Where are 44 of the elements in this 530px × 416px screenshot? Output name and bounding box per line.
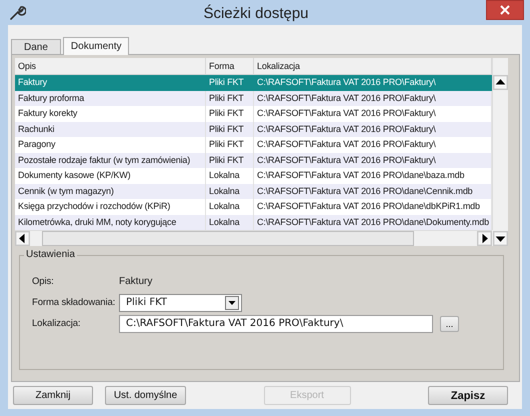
table-cell[interactable]: C:\RAFSOFT\Faktura VAT 2016 PRO\dane\Cennik.mdb [254, 184, 492, 199]
table-cell[interactable]: Pliki FKT [206, 122, 254, 137]
dialog-button[interactable]: Ust. domyślne [105, 386, 186, 405]
table-cell[interactable]: Pozostałe rodzaje faktur (w tym zamówienia) [15, 152, 206, 168]
scroll-up-icon[interactable] [493, 75, 508, 90]
scroll-left-icon[interactable] [15, 231, 30, 246]
caret-icon [225, 296, 239, 310]
input-field[interactable]: C:\RAFSOFT\Faktura VAT 2016 PRO\Faktury\ [119, 314, 433, 332]
column-header[interactable]: Opis [15, 58, 206, 75]
tab[interactable]: Dane [11, 39, 61, 54]
table-cell[interactable]: C:\RAFSOFT\Faktura VAT 2016 PRO\Faktury\ [254, 122, 492, 137]
column-header[interactable]: Lokalizacja [254, 58, 492, 75]
table-cell[interactable]: C:\RAFSOFT\Faktura VAT 2016 PRO\Faktury\ [254, 90, 492, 106]
close-button[interactable] [486, 0, 524, 20]
tab[interactable]: Dokumenty [62, 37, 130, 55]
table-cell[interactable]: Cennik (w tym magazyn) [15, 184, 206, 199]
table-cell[interactable]: Lokalna [206, 184, 254, 199]
table-cell[interactable]: Pliki FKT [206, 75, 254, 90]
table-cell[interactable]: Lokalna [206, 214, 254, 230]
scrollbar-thumb[interactable] [42, 231, 414, 246]
table-cell[interactable]: Faktury [15, 75, 206, 90]
field-label: Forma składowania: [32, 297, 116, 308]
dialog-button[interactable]: Zamknij [13, 386, 93, 405]
table-cell[interactable]: Pliki FKT [206, 152, 254, 168]
table-cell[interactable]: C:\RAFSOFT\Faktura VAT 2016 PRO\dane\Dokumenty.mdb [254, 214, 492, 230]
field-label: Opis: [32, 276, 55, 287]
column-header[interactable]: Forma [206, 58, 254, 75]
dialog-button[interactable]: Zapisz [428, 386, 508, 405]
close-icon [500, 5, 510, 15]
wrench-icon [8, 4, 26, 22]
table-cell[interactable]: Rachunki [15, 122, 206, 137]
field-value: Faktury [119, 276, 152, 287]
scroll-down-icon[interactable] [492, 230, 508, 246]
browse-button[interactable]: ... [440, 316, 459, 332]
scroll-right-icon[interactable] [477, 231, 492, 246]
table-cell[interactable]: Pliki FKT [206, 90, 254, 106]
window-title: Ścieżki dostępu [202, 4, 310, 22]
field-label: Lokalizacja: [32, 318, 82, 329]
table-cell[interactable]: Faktury proforma [15, 90, 206, 106]
table-cell[interactable]: C:\RAFSOFT\Faktura VAT 2016 PRO\Faktury\ [254, 152, 492, 168]
storage-dropdown[interactable]: Pliki FKT [119, 294, 242, 312]
table-cell[interactable]: C:\RAFSOFT\Faktura VAT 2016 PRO\Faktury\ [254, 75, 492, 90]
group-title: Ustawienia [24, 249, 77, 260]
table-cell[interactable]: Kilometrówka, druki MM, noty korygujące [15, 214, 206, 230]
